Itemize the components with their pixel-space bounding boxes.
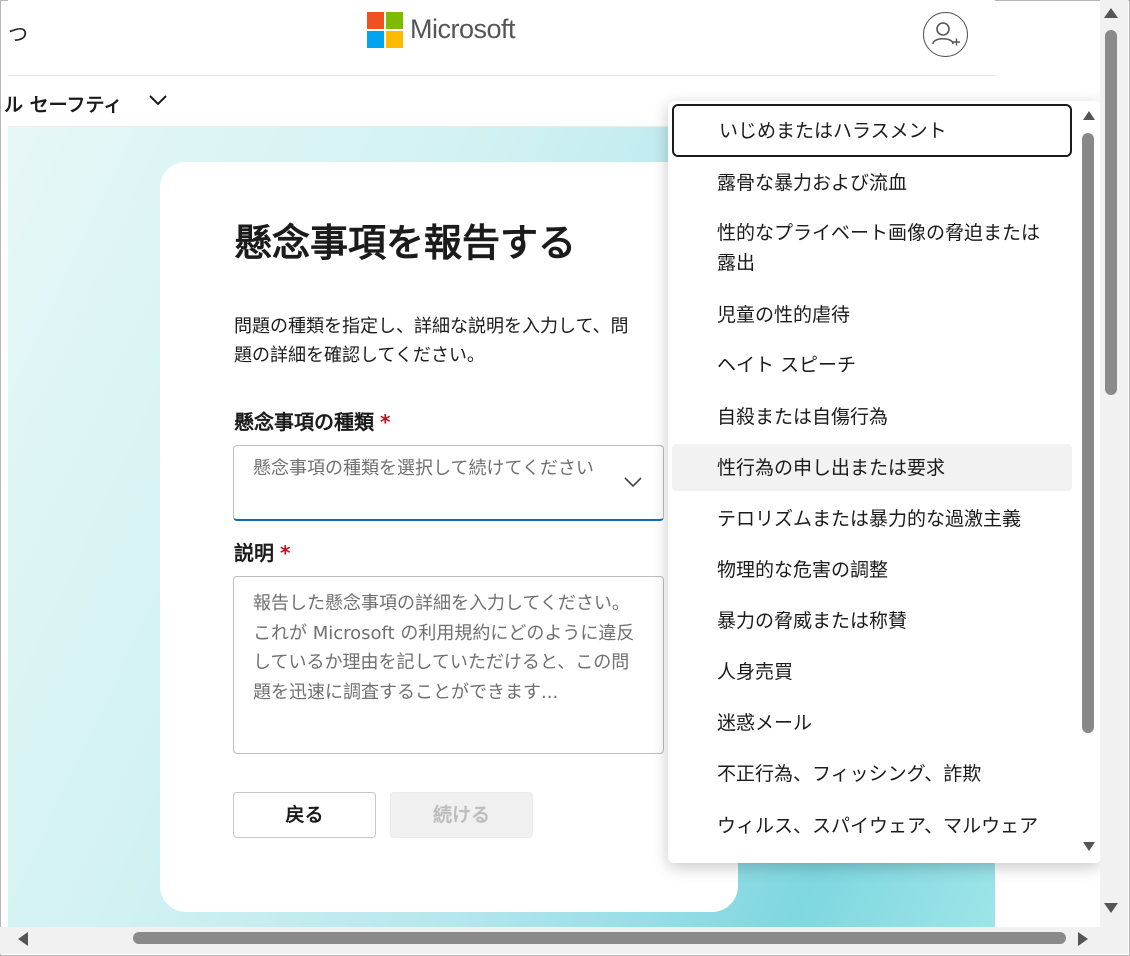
chevron-down-icon[interactable] — [148, 93, 168, 107]
scroll-right-arrow-icon[interactable] — [1078, 932, 1088, 946]
option-bullying-harassment[interactable]: いじめまたはハラスメント — [672, 104, 1072, 157]
microsoft-logo-icon[interactable] — [367, 12, 403, 48]
concern-type-label: 懸念事項の種類 * — [234, 406, 390, 435]
option-terrorism[interactable]: テロリズムまたは暴力的な過激主義 — [672, 501, 1072, 541]
description-label: 説明 * — [234, 537, 290, 566]
required-marker: * — [380, 410, 391, 434]
back-button[interactable]: 戻る — [233, 792, 376, 838]
option-violent-threats[interactable]: 暴力の脅威または称賛 — [672, 603, 1072, 643]
option-fraud-phishing[interactable]: 不正行為、フィッシング、詐欺 — [672, 756, 1072, 796]
continue-button[interactable]: 続ける — [390, 792, 533, 838]
option-private-imagery[interactable]: 性的なプライベート画像の脅迫または露出 — [672, 215, 1072, 281]
add-user-icon — [931, 21, 960, 45]
listbox-scrollbar-thumb[interactable] — [1082, 133, 1094, 733]
option-physical-harm[interactable]: 物理的な危害の調整 — [672, 552, 1072, 592]
scrollbar-corner — [1100, 927, 1128, 954]
scroll-left-arrow-icon[interactable] — [18, 932, 28, 946]
page-vertical-scrollbar-thumb[interactable] — [1105, 30, 1117, 395]
concern-type-placeholder: 懸念事項の種類を選択して続けてください — [253, 458, 594, 479]
brand-name[interactable]: Microsoft — [410, 14, 516, 45]
option-child-abuse[interactable]: 児童の性的虐待 — [672, 297, 1072, 337]
site-header: つ Microsoft — [8, 0, 995, 76]
option-human-trafficking[interactable]: 人身売買 — [672, 654, 1072, 694]
option-graphic-violence[interactable]: 露骨な暴力および流血 — [672, 165, 1072, 205]
header-left-fragment: つ — [8, 22, 28, 46]
option-sexual-solicitation[interactable]: 性行為の申し出または要求 — [672, 444, 1072, 491]
option-self-harm[interactable]: 自殺または自傷行為 — [672, 399, 1072, 439]
scroll-up-arrow-icon[interactable] — [1083, 111, 1095, 120]
option-malware[interactable]: ウィルス、スパイウェア、マルウェア — [672, 808, 1072, 863]
sign-in-button[interactable] — [923, 12, 968, 57]
option-hate-speech[interactable]: ヘイト スピーチ — [672, 347, 1072, 387]
report-concern-card: 懸念事項を報告する 問題の種類を指定し、詳細な説明を入力して、問題の詳細を確認し… — [160, 162, 738, 912]
scroll-down-arrow-icon[interactable] — [1083, 842, 1095, 851]
concern-type-listbox: いじめまたはハラスメント 露骨な暴力および流血 性的なプライベート画像の脅迫また… — [668, 101, 1101, 863]
page-title: 懸念事項を報告する — [234, 221, 577, 265]
option-spam[interactable]: 迷惑メール — [672, 705, 1072, 745]
concern-type-label-text: 懸念事項の種類 — [234, 410, 374, 434]
description-label-text: 説明 — [234, 541, 274, 565]
chevron-down-icon — [624, 477, 642, 488]
concern-type-select[interactable]: 懸念事項の種類を選択して続けてください — [233, 445, 664, 521]
scroll-down-arrow-icon[interactable] — [1104, 903, 1118, 913]
scroll-up-arrow-icon[interactable] — [1104, 8, 1118, 18]
page-horizontal-scrollbar-thumb[interactable] — [133, 932, 1066, 944]
page-description: 問題の種類を指定し、詳細な説明を入力して、問題の詳細を確認してください。 — [234, 316, 629, 366]
required-marker: * — [280, 541, 291, 565]
nav-menu-label[interactable]: ル セーフティ — [4, 90, 122, 117]
description-textarea[interactable]: 報告した懸念事項の詳細を入力してください。これが Microsoft の利用規約… — [233, 576, 664, 754]
description-placeholder: 報告した懸念事項の詳細を入力してください。これが Microsoft の利用規約… — [253, 593, 635, 703]
